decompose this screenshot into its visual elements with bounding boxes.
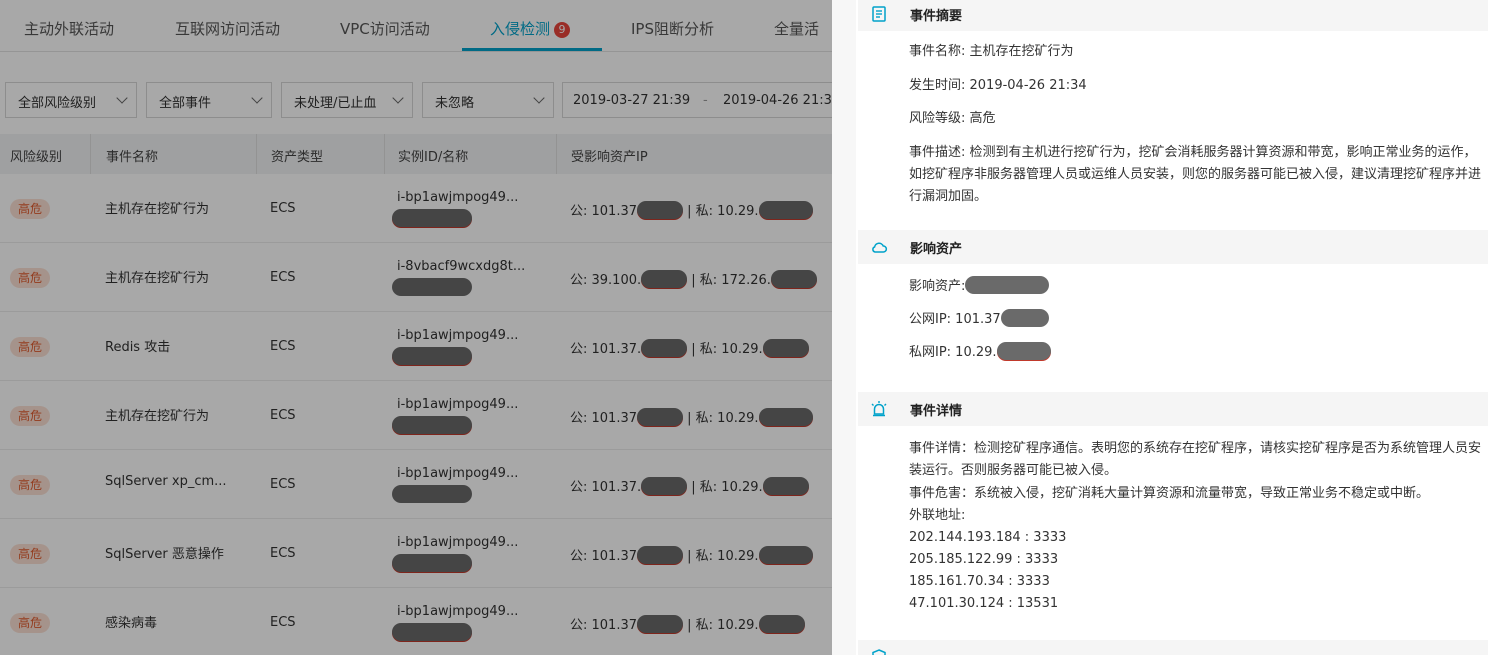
summary-section-header: 事件摘要 [858,0,1488,31]
outbound-address: 202.144.193.184 : 3333 [909,530,1067,545]
alarm-light-icon [871,401,887,417]
event-harm-text: 事件危害：系统被入侵，挖矿消耗大量计算资源和流量带宽，导致正常业务不稳定或中断。 [909,486,1430,501]
private-ip-label: 私网IP: 10.29. [909,345,997,360]
redacted-asset [965,276,1050,294]
assets-section-header: 影响资产 [858,230,1488,264]
document-icon [872,6,886,22]
details-title: 事件详情 [910,404,963,419]
summary-title: 事件摘要 [910,9,963,24]
private-ip-field: 私网IP: 10.29. [909,342,1051,364]
details-section-header: 事件详情 [858,392,1488,426]
panel-edge [832,0,856,655]
event-detail-panel: 事件摘要 事件名称: 主机存在挖矿行为 发生时间: 2019-04-26 21:… [832,0,1500,655]
public-ip-field: 公网IP: 101.37 [909,309,1049,331]
outbound-address-label: 外联地址: [909,508,966,523]
redacted-ip [1000,309,1049,327]
cloud-icon [872,242,888,253]
modal-backdrop[interactable] [0,0,832,655]
assets-title: 影响资产 [910,242,963,257]
next-section-header [858,640,1488,655]
redacted-ip [996,342,1051,360]
affected-asset-label: 影响资产: [909,279,966,294]
affected-asset-field: 影响资产: [909,276,1050,298]
event-description: 事件描述: 检测到有主机进行挖矿行为，挖矿会消耗服务器计算资源和带宽，影响正常业… [909,145,1482,204]
risk-level-field: 风险等级: 高危 [909,111,996,126]
outbound-address: 185.161.70.34 : 3333 [909,574,1050,589]
event-name-field: 事件名称: 主机存在挖矿行为 [909,44,1074,59]
outbound-address: 205.185.122.99 : 3333 [909,552,1059,567]
outbound-address: 47.101.30.124 : 13531 [909,596,1059,611]
public-ip-label: 公网IP: 101.37 [909,312,1001,327]
event-time-field: 发生时间: 2019-04-26 21:34 [909,78,1087,93]
event-detail-text: 事件详情：检测挖矿程序通信。表明您的系统存在挖矿程序，请核实挖矿程序是否为系统管… [909,441,1482,478]
shield-icon [872,649,886,655]
